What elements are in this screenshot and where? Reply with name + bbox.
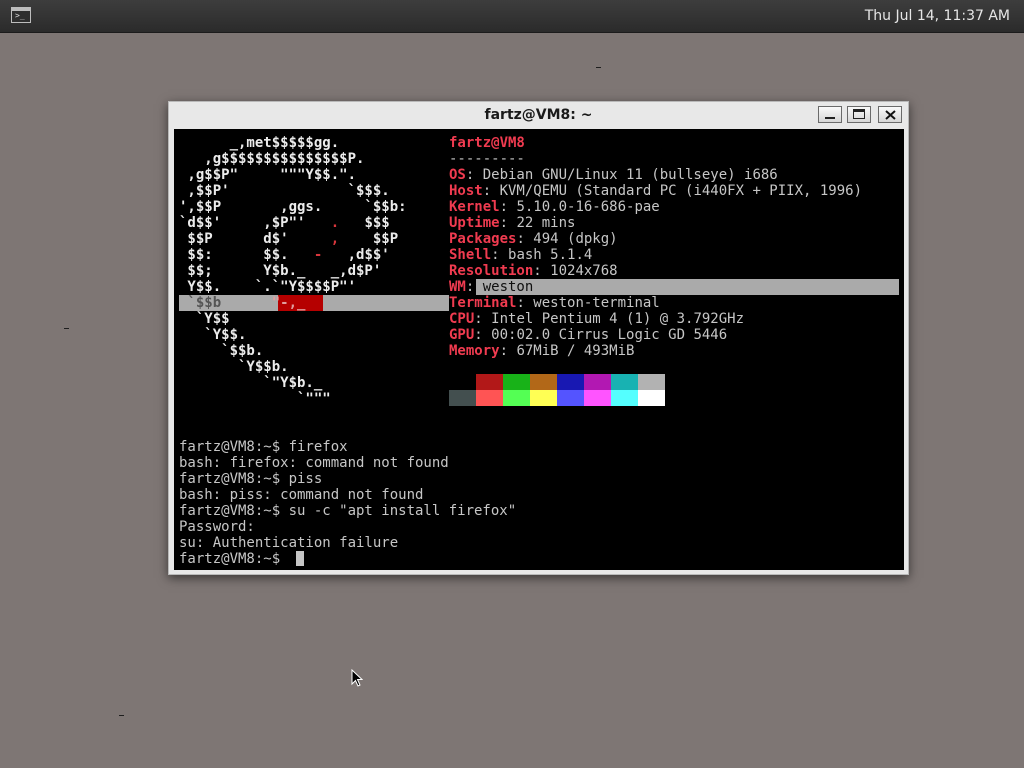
minimize-button[interactable]	[818, 106, 842, 123]
top-panel: >_ Thu Jul 14, 11:37 AM	[0, 0, 1024, 33]
logo-line: ,$$P' `$$$.	[179, 183, 390, 199]
history-line: Password:	[179, 519, 255, 535]
logo-line: $$; Y$b._ _,d$P'	[179, 263, 382, 279]
info-cpu: CPU: Intel Pentium 4 (1) @ 3.792GHz	[449, 311, 745, 327]
palette-swatch	[557, 374, 584, 390]
logo-line: ',$$P ,ggs. `$$b:	[179, 199, 407, 215]
logo-line: `d$$' ,$P"' . $$$	[179, 215, 390, 231]
desktop-speck	[119, 715, 124, 716]
info-shell: Shell: bash 5.1.4	[449, 247, 593, 263]
info-packages: Packages: 494 (dpkg)	[449, 231, 618, 247]
palette-swatch	[584, 374, 611, 390]
history-line: fartz@VM8:~$ su -c "apt install firefox"	[179, 503, 517, 519]
palette-swatch	[638, 390, 665, 406]
logo-swirl: .	[330, 215, 340, 231]
logo-swirl: "-,_	[271, 295, 306, 311]
palette-swatch	[611, 374, 638, 390]
neofetch-separator: ---------	[449, 151, 525, 167]
palette-swatch	[503, 374, 530, 390]
history-line: fartz@VM8:~$ piss	[179, 471, 323, 487]
window-title: fartz@VM8: ~	[484, 107, 593, 123]
palette-swatch	[530, 390, 557, 406]
logo-line: ,g$$P" """Y$$.".	[179, 167, 357, 183]
logo-swirl: ,	[330, 231, 340, 247]
window-titlebar[interactable]: fartz@VM8: ~	[169, 102, 908, 128]
info-resolution: Resolution: 1024x768	[449, 263, 618, 279]
history-line: fartz@VM8:~$ firefox	[179, 439, 348, 455]
logo-line: $$P d$' , $$P	[179, 231, 399, 247]
logo-line: `Y$$b.	[179, 359, 289, 375]
history-line: bash: firefox: command not found	[179, 455, 449, 471]
selection-highlight	[476, 279, 899, 295]
logo-line-tail: ,d$$'	[347, 247, 390, 263]
logo-line: $$: $$. - ,d$$'	[179, 247, 390, 263]
palette-swatch	[449, 374, 476, 390]
info-wm: WM: weston	[449, 279, 534, 295]
info-terminal: Terminal: weston-terminal	[449, 295, 660, 311]
logo-line-tail: $$$	[339, 215, 390, 231]
info-uptime: Uptime: 22 mins	[449, 215, 576, 231]
palette-swatch	[611, 390, 638, 406]
info-kernel: Kernel: 5.10.0-16-686-pae	[449, 199, 660, 215]
palette-swatch	[476, 390, 503, 406]
logo-line: `Y$$.	[179, 327, 247, 343]
logo-line: `"Y$b._	[179, 375, 323, 391]
logo-line: `$$b "-,_	[179, 295, 306, 311]
desktop-speck	[64, 328, 69, 329]
logo-line: `"""	[179, 391, 331, 407]
palette-swatch	[449, 390, 476, 406]
terminal-output[interactable]: _,met$$$$$gg. ,g$$$$$$$$$$$$$$$P. ,g$$P"…	[174, 129, 904, 570]
terminal-window[interactable]: fartz@VM8: ~ _,met$$$$$gg. ,g$$$$$$$$$$$…	[168, 101, 909, 575]
palette-swatch	[557, 390, 584, 406]
selection-highlight	[323, 295, 449, 311]
desktop-speck	[596, 67, 601, 68]
logo-line: ,g$$$$$$$$$$$$$$$P.	[179, 151, 365, 167]
palette-swatch	[503, 390, 530, 406]
info-gpu: GPU: 00:02.0 Cirrus Logic GD 5446	[449, 327, 728, 343]
info-host: Host: KVM/QEMU (Standard PC (i440FX + PI…	[449, 183, 863, 199]
palette-swatch	[638, 374, 665, 390]
logo-line: `Y$$	[179, 311, 230, 327]
palette-swatch	[530, 374, 557, 390]
logo-line-tail: $$P	[339, 231, 399, 247]
neofetch-user-host: fartz@VM8	[449, 135, 525, 151]
palette-swatch	[476, 374, 503, 390]
close-icon	[885, 110, 896, 120]
history-line: bash: piss: command not found	[179, 487, 424, 503]
panel-clock[interactable]: Thu Jul 14, 11:37 AM	[865, 8, 1010, 24]
logo-line: `$$b.	[179, 343, 264, 359]
info-memory: Memory: 67MiB / 493MiB	[449, 343, 635, 359]
logo-line: Y$$. `.`"Y$$$$P"'	[179, 279, 357, 295]
maximize-button[interactable]	[847, 106, 871, 123]
info-os: OS: Debian GNU/Linux 11 (bullseye) i686	[449, 167, 778, 183]
palette-swatch	[584, 390, 611, 406]
mouse-pointer-icon	[351, 669, 363, 687]
prompt-line[interactable]: fartz@VM8:~$	[179, 551, 289, 567]
logo-line: _,met$$$$$gg.	[179, 135, 340, 151]
text-cursor	[296, 551, 304, 566]
close-button[interactable]	[878, 106, 902, 123]
history-line: su: Authentication failure	[179, 535, 399, 551]
terminal-launcher-icon[interactable]: >_	[11, 7, 31, 23]
